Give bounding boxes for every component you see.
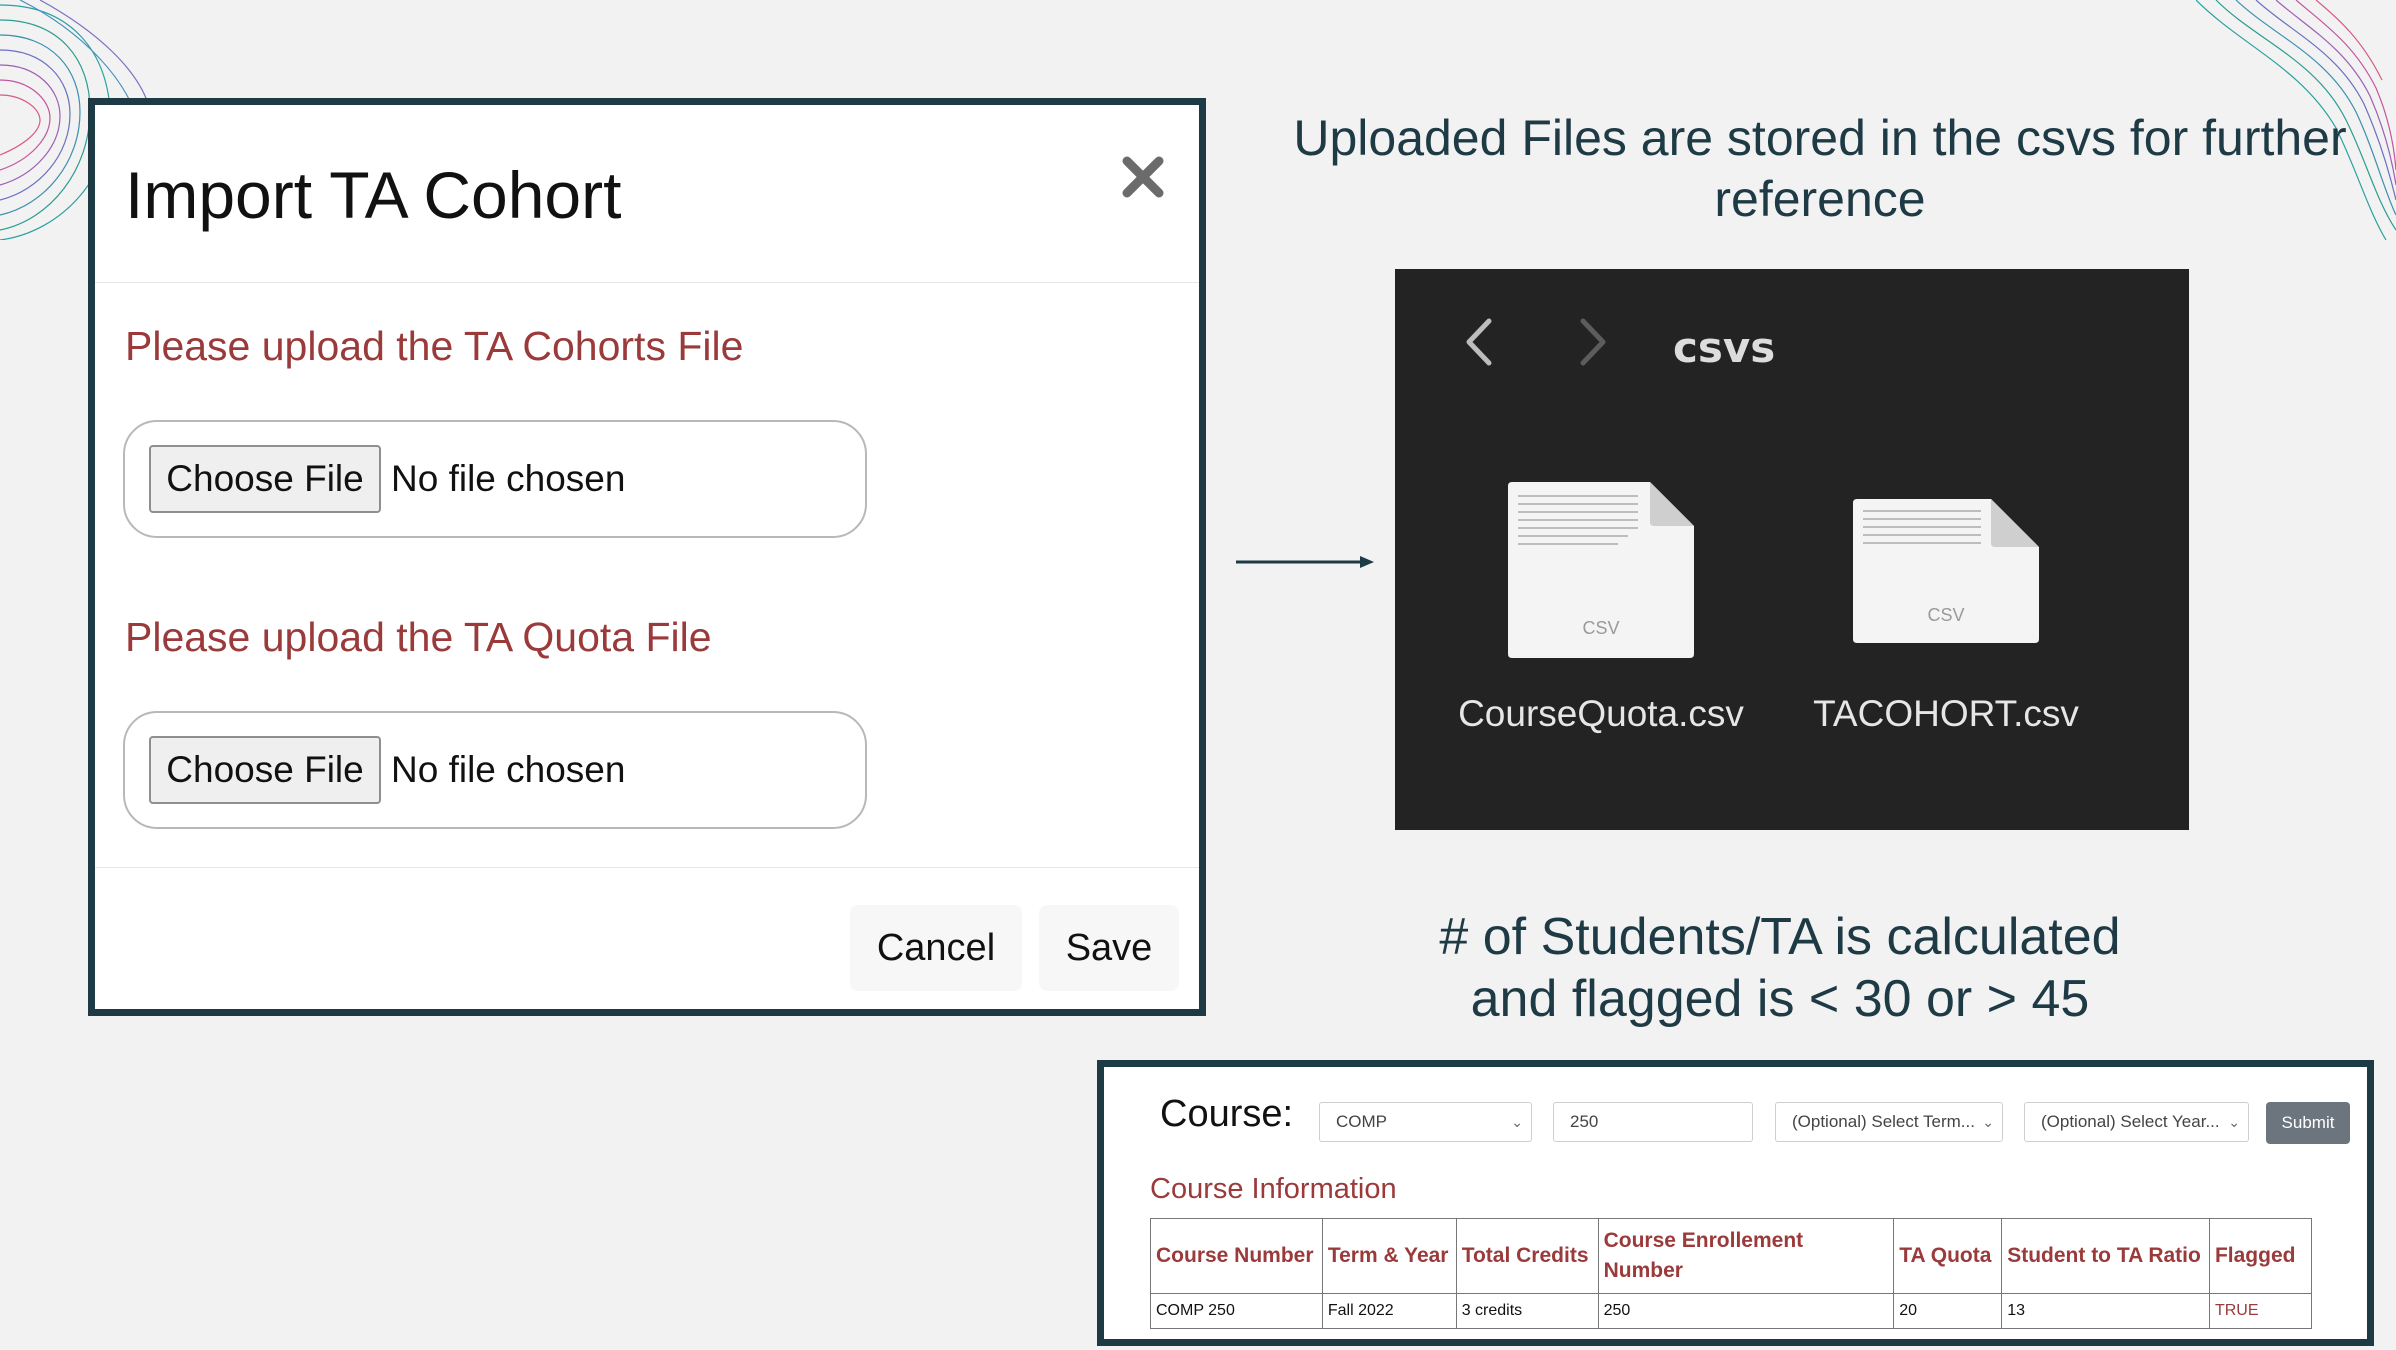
column-header: Course Enrollement Number bbox=[1597, 1218, 1895, 1294]
folder-name: csvs bbox=[1673, 323, 1776, 372]
course-label: Course: bbox=[1160, 1093, 1294, 1135]
course-info-title: Course Information bbox=[1150, 1173, 1397, 1205]
close-icon[interactable] bbox=[1115, 149, 1171, 205]
column-header: Total Credits bbox=[1455, 1218, 1599, 1294]
table-cell: 13 bbox=[2001, 1293, 2210, 1329]
column-header: Course Number bbox=[1150, 1218, 1323, 1294]
choose-file-button[interactable]: Choose File bbox=[149, 445, 381, 513]
csvs-folder-window: csvs CSV CourseQuota.csv CSV TACOHORT.cs… bbox=[1395, 269, 2189, 830]
table-header-row: Course Number Term & Year Total Credits … bbox=[1150, 1218, 2313, 1294]
column-header: Flagged bbox=[2208, 1218, 2313, 1294]
ratio-note-line: # of Students/TA is calculated bbox=[1439, 908, 2121, 966]
chevron-right-icon[interactable] bbox=[1577, 317, 1609, 367]
cancel-button[interactable]: Cancel bbox=[850, 905, 1022, 991]
term-select[interactable]: (Optional) Select Term... ⌄ bbox=[1775, 1102, 2003, 1142]
column-header: Term & Year bbox=[1321, 1218, 1457, 1294]
modal-title: Import TA Cohort bbox=[125, 158, 622, 232]
csv-file-icon[interactable]: CSV bbox=[1508, 482, 1694, 658]
quota-file-input[interactable]: Choose File No file chosen bbox=[123, 711, 867, 829]
arrow-right-icon bbox=[1236, 556, 1374, 568]
course-information-panel: Course: COMP ⌄ 250 (Optional) Select Ter… bbox=[1097, 1060, 2374, 1346]
file-name[interactable]: TACOHORT.csv bbox=[1786, 693, 2106, 735]
ratio-note-line: and flagged is < 30 or > 45 bbox=[1470, 970, 2090, 1028]
modal-header: Import TA Cohort bbox=[95, 105, 1199, 283]
chevron-down-icon: ⌄ bbox=[1511, 1114, 1523, 1130]
chevron-down-icon: ⌄ bbox=[1982, 1114, 1994, 1130]
table-cell: COMP 250 bbox=[1150, 1293, 1323, 1329]
cohort-file-label: Please upload the TA Cohorts File bbox=[125, 323, 744, 369]
no-file-text: No file chosen bbox=[391, 749, 626, 790]
choose-file-button[interactable]: Choose File bbox=[149, 736, 381, 804]
csv-badge: CSV bbox=[1582, 618, 1619, 638]
table-row: COMP 250 Fall 2022 3 credits 250 20 13 T… bbox=[1150, 1293, 2313, 1329]
course-number-input[interactable]: 250 bbox=[1553, 1102, 1753, 1142]
course-table: Course Number Term & Year Total Credits … bbox=[1150, 1218, 2313, 1329]
flagged-cell: TRUE bbox=[2208, 1293, 2313, 1329]
csv-badge: CSV bbox=[1927, 605, 1964, 625]
csv-file-icon[interactable]: CSV bbox=[1853, 499, 2039, 643]
ratio-note: # of Students/TA is calculated and flagg… bbox=[1270, 906, 2290, 1030]
chevron-down-icon: ⌄ bbox=[2228, 1114, 2240, 1130]
file-name[interactable]: CourseQuota.csv bbox=[1441, 693, 1761, 735]
column-header: Student to TA Ratio bbox=[2001, 1218, 2210, 1294]
storage-note: Uploaded Files are stored in the csvs fo… bbox=[1293, 110, 2347, 227]
chevron-left-icon[interactable] bbox=[1463, 317, 1495, 367]
year-select[interactable]: (Optional) Select Year... ⌄ bbox=[2024, 1102, 2249, 1142]
table-cell: 20 bbox=[1893, 1293, 2003, 1329]
year-select-value: (Optional) Select Year... bbox=[2041, 1112, 2220, 1131]
modal-footer-divider bbox=[95, 867, 1199, 868]
table-cell: 250 bbox=[1597, 1293, 1895, 1329]
subject-select-value: COMP bbox=[1336, 1112, 1387, 1131]
import-ta-cohort-modal: Import TA Cohort Please upload the TA Co… bbox=[88, 98, 1206, 1016]
table-cell: Fall 2022 bbox=[1321, 1293, 1457, 1329]
term-select-value: (Optional) Select Term... bbox=[1792, 1112, 1975, 1131]
cohort-file-input[interactable]: Choose File No file chosen bbox=[123, 420, 867, 538]
subject-select[interactable]: COMP ⌄ bbox=[1319, 1102, 1532, 1142]
column-header: TA Quota bbox=[1893, 1218, 2003, 1294]
submit-button[interactable]: Submit bbox=[2266, 1102, 2350, 1144]
quota-file-label: Please upload the TA Quota File bbox=[125, 614, 712, 660]
table-cell: 3 credits bbox=[1455, 1293, 1599, 1329]
no-file-text: No file chosen bbox=[391, 458, 626, 499]
save-button[interactable]: Save bbox=[1039, 905, 1179, 991]
